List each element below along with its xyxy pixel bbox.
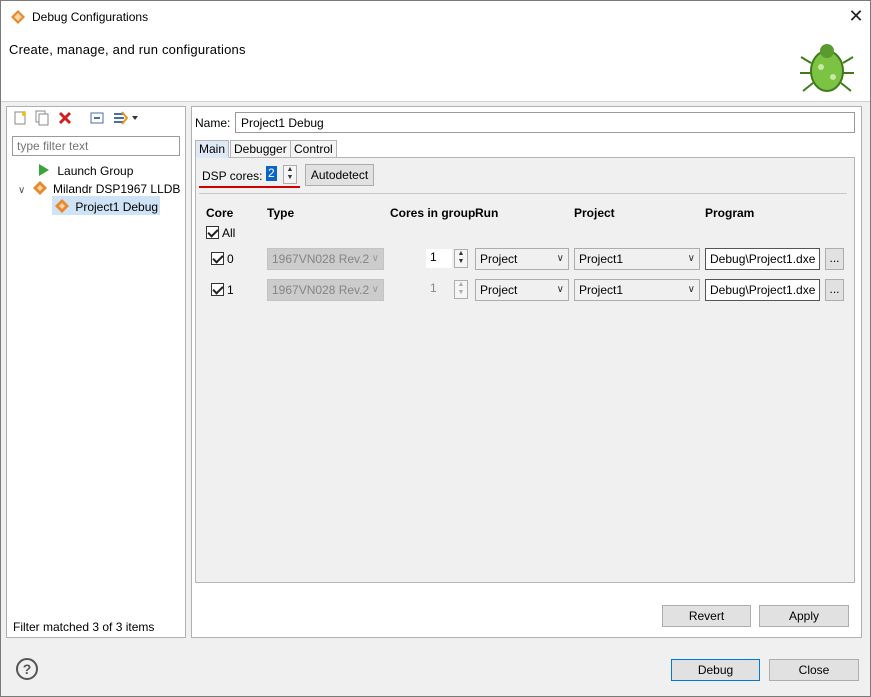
select-value: Project xyxy=(480,252,518,266)
chevron-down-icon: ∨ xyxy=(687,284,695,295)
chevron-down-icon[interactable]: ∨ xyxy=(18,185,25,196)
chevron-down-icon: ∨ xyxy=(556,253,564,264)
highlight-underline xyxy=(199,186,300,188)
core-0-label: 0 xyxy=(227,252,234,266)
core-0-program-input[interactable]: Debug\Project1.dxe xyxy=(705,248,820,270)
tab-control[interactable]: Control xyxy=(290,140,337,158)
dsp-cores-stepper[interactable]: ▲ ▼ xyxy=(283,165,297,184)
apply-button[interactable]: Apply xyxy=(759,605,849,627)
core-0-cores-input[interactable]: 1 xyxy=(426,249,452,268)
debug-icon xyxy=(11,10,25,24)
help-icon[interactable]: ? xyxy=(16,658,38,680)
tree-item-label: Project1 Debug xyxy=(75,200,159,214)
autodetect-button[interactable]: Autodetect xyxy=(305,164,374,186)
select-value: 1967VN028 Rev.2 xyxy=(272,252,370,266)
chevron-down-icon: ∨ xyxy=(687,253,695,264)
core-1-label: 1 xyxy=(227,283,234,297)
col-project: Project xyxy=(574,206,615,220)
core-1-program-input[interactable]: Debug\Project1.dxe xyxy=(705,279,820,301)
core-0-cores-stepper[interactable]: ▲ ▼ xyxy=(454,249,468,268)
select-value: Project1 xyxy=(579,252,624,266)
core-0-checkbox[interactable] xyxy=(211,252,224,265)
collapse-all-icon[interactable] xyxy=(89,110,105,126)
tab-body xyxy=(195,157,855,583)
name-label: Name: xyxy=(195,116,231,130)
core-0-project-select[interactable]: Project1 ∨ xyxy=(574,248,700,270)
col-type: Type xyxy=(267,206,295,220)
header-title: Create, manage, and run configurations xyxy=(9,42,246,57)
all-label: All xyxy=(222,226,236,240)
tree-item-milandr[interactable]: ∨ Milandr DSP1967 LLDB xyxy=(18,181,180,196)
core-1-browse-button[interactable]: ... xyxy=(825,279,844,301)
filter-status: Filter matched 3 of 3 items xyxy=(13,620,155,634)
tree-item-launch-group[interactable]: Launch Group xyxy=(37,163,133,178)
core-0-browse-button[interactable]: ... xyxy=(825,248,844,270)
core-1-type-select: 1967VN028 Rev.2 ∨ xyxy=(267,279,384,301)
select-value: 1967VN028 Rev.2 xyxy=(272,283,370,297)
dialog-header: Create, manage, and run configurations xyxy=(1,32,870,102)
new-config-icon[interactable] xyxy=(12,110,28,126)
debug-button[interactable]: Debug xyxy=(671,659,760,681)
chevron-down-icon: ∨ xyxy=(371,253,379,264)
tree-item-label: Milandr DSP1967 LLDB xyxy=(53,182,181,196)
chevron-down-icon: ∨ xyxy=(556,284,564,295)
filter-input[interactable] xyxy=(12,136,180,156)
tree-item-project1-debug[interactable]: Project1 Debug xyxy=(55,199,158,214)
separator xyxy=(199,193,847,194)
close-button[interactable]: Close xyxy=(769,659,859,681)
core-1-project-select[interactable]: Project1 ∨ xyxy=(574,279,700,301)
core-1-run-select[interactable]: Project ∨ xyxy=(475,279,569,301)
dsp-cores-label: DSP cores: xyxy=(202,169,263,183)
dialog-window: Debug Configurations ✕ Create, manage, a… xyxy=(0,0,871,697)
tab-debugger[interactable]: Debugger xyxy=(230,140,291,158)
chevron-down-icon: ∨ xyxy=(371,284,379,295)
window-title: Debug Configurations xyxy=(32,10,149,24)
title-bar: Debug Configurations ✕ xyxy=(1,1,870,32)
core-1-checkbox[interactable] xyxy=(211,283,224,296)
dsp-cores-input[interactable]: 2 xyxy=(266,166,277,181)
core-0-type-select: 1967VN028 Rev.2 ∨ xyxy=(267,248,384,270)
select-value: Project xyxy=(480,283,518,297)
delete-icon[interactable] xyxy=(57,110,73,126)
tab-main[interactable]: Main xyxy=(195,140,230,158)
name-input[interactable]: Project1 Debug xyxy=(235,112,855,133)
bug-icon xyxy=(800,44,854,92)
revert-button[interactable]: Revert xyxy=(662,605,751,627)
all-checkbox[interactable] xyxy=(206,226,219,239)
debug-config-icon xyxy=(55,199,69,213)
close-icon[interactable]: ✕ xyxy=(846,7,866,27)
core-0-run-select[interactable]: Project ∨ xyxy=(475,248,569,270)
duplicate-icon[interactable] xyxy=(34,110,50,126)
select-value: Project1 xyxy=(579,283,624,297)
col-program: Program xyxy=(705,206,755,220)
col-cores-in-group: Cores in group xyxy=(390,206,476,220)
launch-group-icon xyxy=(39,164,49,176)
core-1-cores-input: 1 xyxy=(426,280,452,299)
filter-icon[interactable] xyxy=(112,110,138,126)
debug-config-icon xyxy=(32,181,47,195)
col-core: Core xyxy=(206,206,234,220)
col-run: Run xyxy=(475,206,499,220)
tree-item-label: Launch Group xyxy=(57,164,134,178)
core-1-cores-stepper: ▲ ▼ xyxy=(454,280,468,299)
